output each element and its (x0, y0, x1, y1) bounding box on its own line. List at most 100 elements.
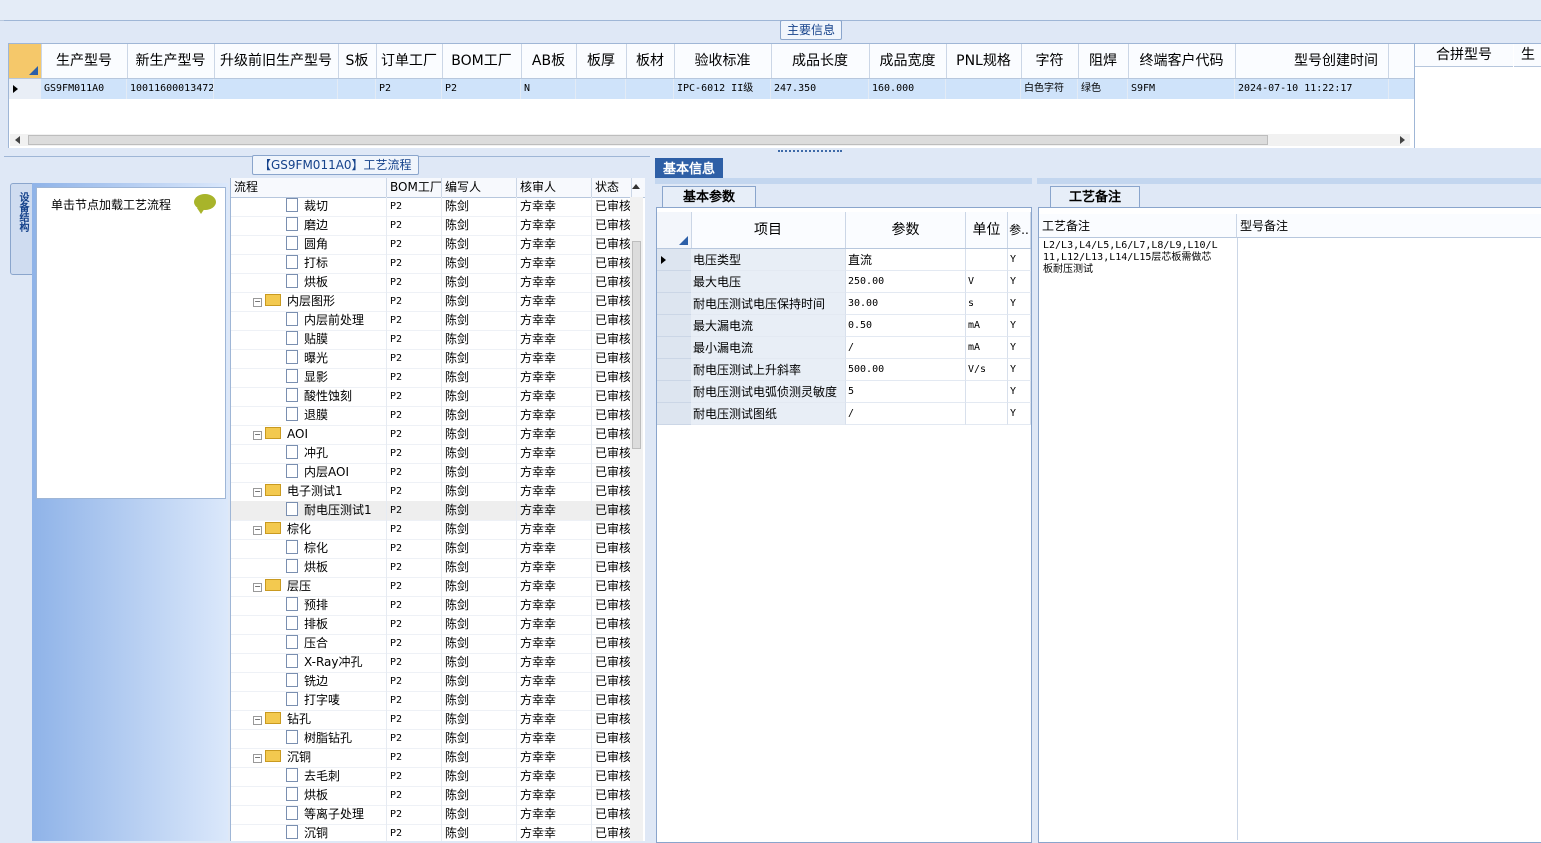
tree-cell-bom[interactable]: P2 (387, 444, 442, 463)
col-header[interactable]: 新生产型号 (127, 44, 215, 78)
tree-row[interactable]: 内层AOI P2 陈剑 方幸幸 已审核 (231, 463, 632, 483)
param-cell-value[interactable]: / (846, 337, 966, 359)
tree-cell-reviewer[interactable]: 方幸幸 (517, 805, 592, 824)
param-cell-item[interactable]: 最大电压 (691, 271, 846, 293)
tree-node-label[interactable]: 冲孔 (304, 446, 328, 460)
main-grid-hscrollbar[interactable] (10, 134, 1410, 146)
param-cell-unit[interactable] (966, 403, 1008, 425)
tree-cell-bom[interactable]: P2 (387, 387, 442, 406)
tree-cell-writer[interactable]: 陈剑 (442, 577, 517, 596)
param-cell-item[interactable]: 耐电压测试电压保持时间 (691, 293, 846, 315)
param-cell-item[interactable]: 电压类型 (691, 249, 846, 271)
tree-node-cell[interactable]: 圆角 (231, 235, 387, 254)
tree-cell-writer[interactable]: 陈剑 (442, 387, 517, 406)
tree-node-label[interactable]: AOI (287, 427, 308, 441)
param-cell-item[interactable]: 最小漏电流 (691, 337, 846, 359)
row-header[interactable] (657, 271, 691, 293)
tree-node-label[interactable]: 烘板 (304, 788, 328, 802)
tree-node-cell[interactable]: 预排 (231, 596, 387, 615)
row-header[interactable] (9, 79, 41, 99)
tree-cell-bom[interactable]: P2 (387, 463, 442, 482)
col-header[interactable]: 升级前旧生产型号 (214, 44, 339, 78)
tree-node-cell[interactable]: 冲孔 (231, 444, 387, 463)
tree-cell-status[interactable]: 已审核 (592, 672, 632, 691)
table-cell[interactable]: GS9FM011A0 (41, 79, 127, 99)
tree-cell-status[interactable]: 已审核 (592, 615, 632, 634)
col-truncated[interactable]: 生 (1514, 44, 1541, 67)
col-process-remark[interactable]: 工艺备注 (1039, 214, 1237, 238)
col-model-remark[interactable]: 型号备注 (1237, 214, 1541, 238)
param-row[interactable]: 电压类型 直流 Y (657, 249, 1031, 271)
tree-node-cell[interactable]: 曝光 (231, 349, 387, 368)
table-cell[interactable]: 绿色 (1078, 79, 1128, 99)
tree-cell-reviewer[interactable]: 方幸幸 (517, 729, 592, 748)
tree-row[interactable]: − 电子测试1 P2 陈剑 方幸幸 已审核 (231, 482, 632, 502)
tree-node-label[interactable]: 裁切 (304, 199, 328, 213)
tree-cell-writer[interactable]: 陈剑 (442, 444, 517, 463)
tree-node-cell[interactable]: 烘板 (231, 786, 387, 805)
param-cell-unit[interactable]: V/s (966, 359, 1008, 381)
tree-node-cell[interactable]: 沉铜 (231, 824, 387, 841)
tree-cell-reviewer[interactable]: 方幸幸 (517, 463, 592, 482)
row-header[interactable] (657, 315, 691, 337)
tree-cell-status[interactable]: 已审核 (592, 691, 632, 710)
tree-cell-reviewer[interactable]: 方幸幸 (517, 501, 592, 520)
tree-cell-writer[interactable]: 陈剑 (442, 368, 517, 387)
tree-cell-reviewer[interactable]: 方幸幸 (517, 615, 592, 634)
collapse-icon[interactable]: − (253, 431, 262, 440)
tree-node-label[interactable]: 内层图形 (287, 294, 335, 308)
tree-node-cell[interactable]: X-Ray冲孔 (231, 653, 387, 672)
tree-cell-bom[interactable]: P2 (387, 824, 442, 841)
param-cell-item[interactable]: 耐电压测试上升斜率 (691, 359, 846, 381)
tree-node-cell[interactable]: − AOI (231, 425, 387, 444)
tree-col-header[interactable]: 流程 (231, 178, 387, 197)
tree-row[interactable]: − 内层图形 P2 陈剑 方幸幸 已审核 (231, 292, 632, 312)
tree-cell-status[interactable]: 已审核 (592, 520, 632, 539)
tree-row[interactable]: 预排 P2 陈剑 方幸幸 已审核 (231, 596, 632, 616)
col-header[interactable]: 成品长度 (771, 44, 870, 78)
tree-cell-writer[interactable]: 陈剑 (442, 273, 517, 292)
tree-cell-bom[interactable]: P2 (387, 311, 442, 330)
tree-node-label[interactable]: 等离子处理 (304, 807, 364, 821)
process-remark-text[interactable]: L2/L3,L4/L5,L6/L7,L8/L9,L10/L11,L12/L13,… (1043, 240, 1219, 276)
tree-cell-reviewer[interactable]: 方幸幸 (517, 292, 592, 311)
tree-cell-status[interactable]: 已审核 (592, 254, 632, 273)
tree-cell-bom[interactable]: P2 (387, 197, 442, 216)
scroll-right-icon[interactable] (1400, 136, 1405, 144)
tree-cell-status[interactable]: 已审核 (592, 596, 632, 615)
tree-row[interactable]: 内层前处理 P2 陈剑 方幸幸 已审核 (231, 311, 632, 331)
tree-cell-reviewer[interactable]: 方幸幸 (517, 691, 592, 710)
tree-node-cell[interactable]: − 层压 (231, 577, 387, 596)
tree-node-cell[interactable]: 贴膜 (231, 330, 387, 349)
tree-cell-writer[interactable]: 陈剑 (442, 634, 517, 653)
tree-node-cell[interactable]: 裁切 (231, 197, 387, 216)
tree-row[interactable]: 树脂钻孔 P2 陈剑 方幸幸 已审核 (231, 729, 632, 749)
tree-node-label[interactable]: 电子测试1 (287, 484, 343, 498)
tree-col-header[interactable]: 核审人 (517, 178, 592, 197)
param-cell-flag[interactable]: Y (1008, 337, 1031, 359)
tree-cell-writer[interactable]: 陈剑 (442, 235, 517, 254)
param-row[interactable]: 最小漏电流 / mA Y (657, 337, 1031, 359)
tree-cell-writer[interactable]: 陈剑 (442, 482, 517, 501)
tree-cell-bom[interactable]: P2 (387, 596, 442, 615)
tree-cell-reviewer[interactable]: 方幸幸 (517, 539, 592, 558)
tree-cell-reviewer[interactable]: 方幸幸 (517, 311, 592, 330)
col-unit[interactable]: 单位 (966, 212, 1008, 248)
tree-cell-bom[interactable]: P2 (387, 520, 442, 539)
tree-cell-bom[interactable]: P2 (387, 235, 442, 254)
param-cell-flag[interactable]: Y (1008, 293, 1031, 315)
tree-cell-bom[interactable]: P2 (387, 501, 442, 520)
tree-cell-bom[interactable]: P2 (387, 368, 442, 387)
tree-cell-reviewer[interactable]: 方幸幸 (517, 216, 592, 235)
tree-cell-bom[interactable]: P2 (387, 805, 442, 824)
tree-cell-status[interactable]: 已审核 (592, 368, 632, 387)
tree-cell-status[interactable]: 已审核 (592, 824, 632, 841)
param-cell-value[interactable]: 500.00 (846, 359, 966, 381)
tree-cell-bom[interactable]: P2 (387, 577, 442, 596)
tree-cell-reviewer[interactable]: 方幸幸 (517, 748, 592, 767)
param-cell-flag[interactable]: Y (1008, 381, 1031, 403)
tree-cell-reviewer[interactable]: 方幸幸 (517, 653, 592, 672)
tree-row[interactable]: 排板 P2 陈剑 方幸幸 已审核 (231, 615, 632, 635)
tree-node-label[interactable]: 曝光 (304, 351, 328, 365)
tree-cell-reviewer[interactable]: 方幸幸 (517, 767, 592, 786)
